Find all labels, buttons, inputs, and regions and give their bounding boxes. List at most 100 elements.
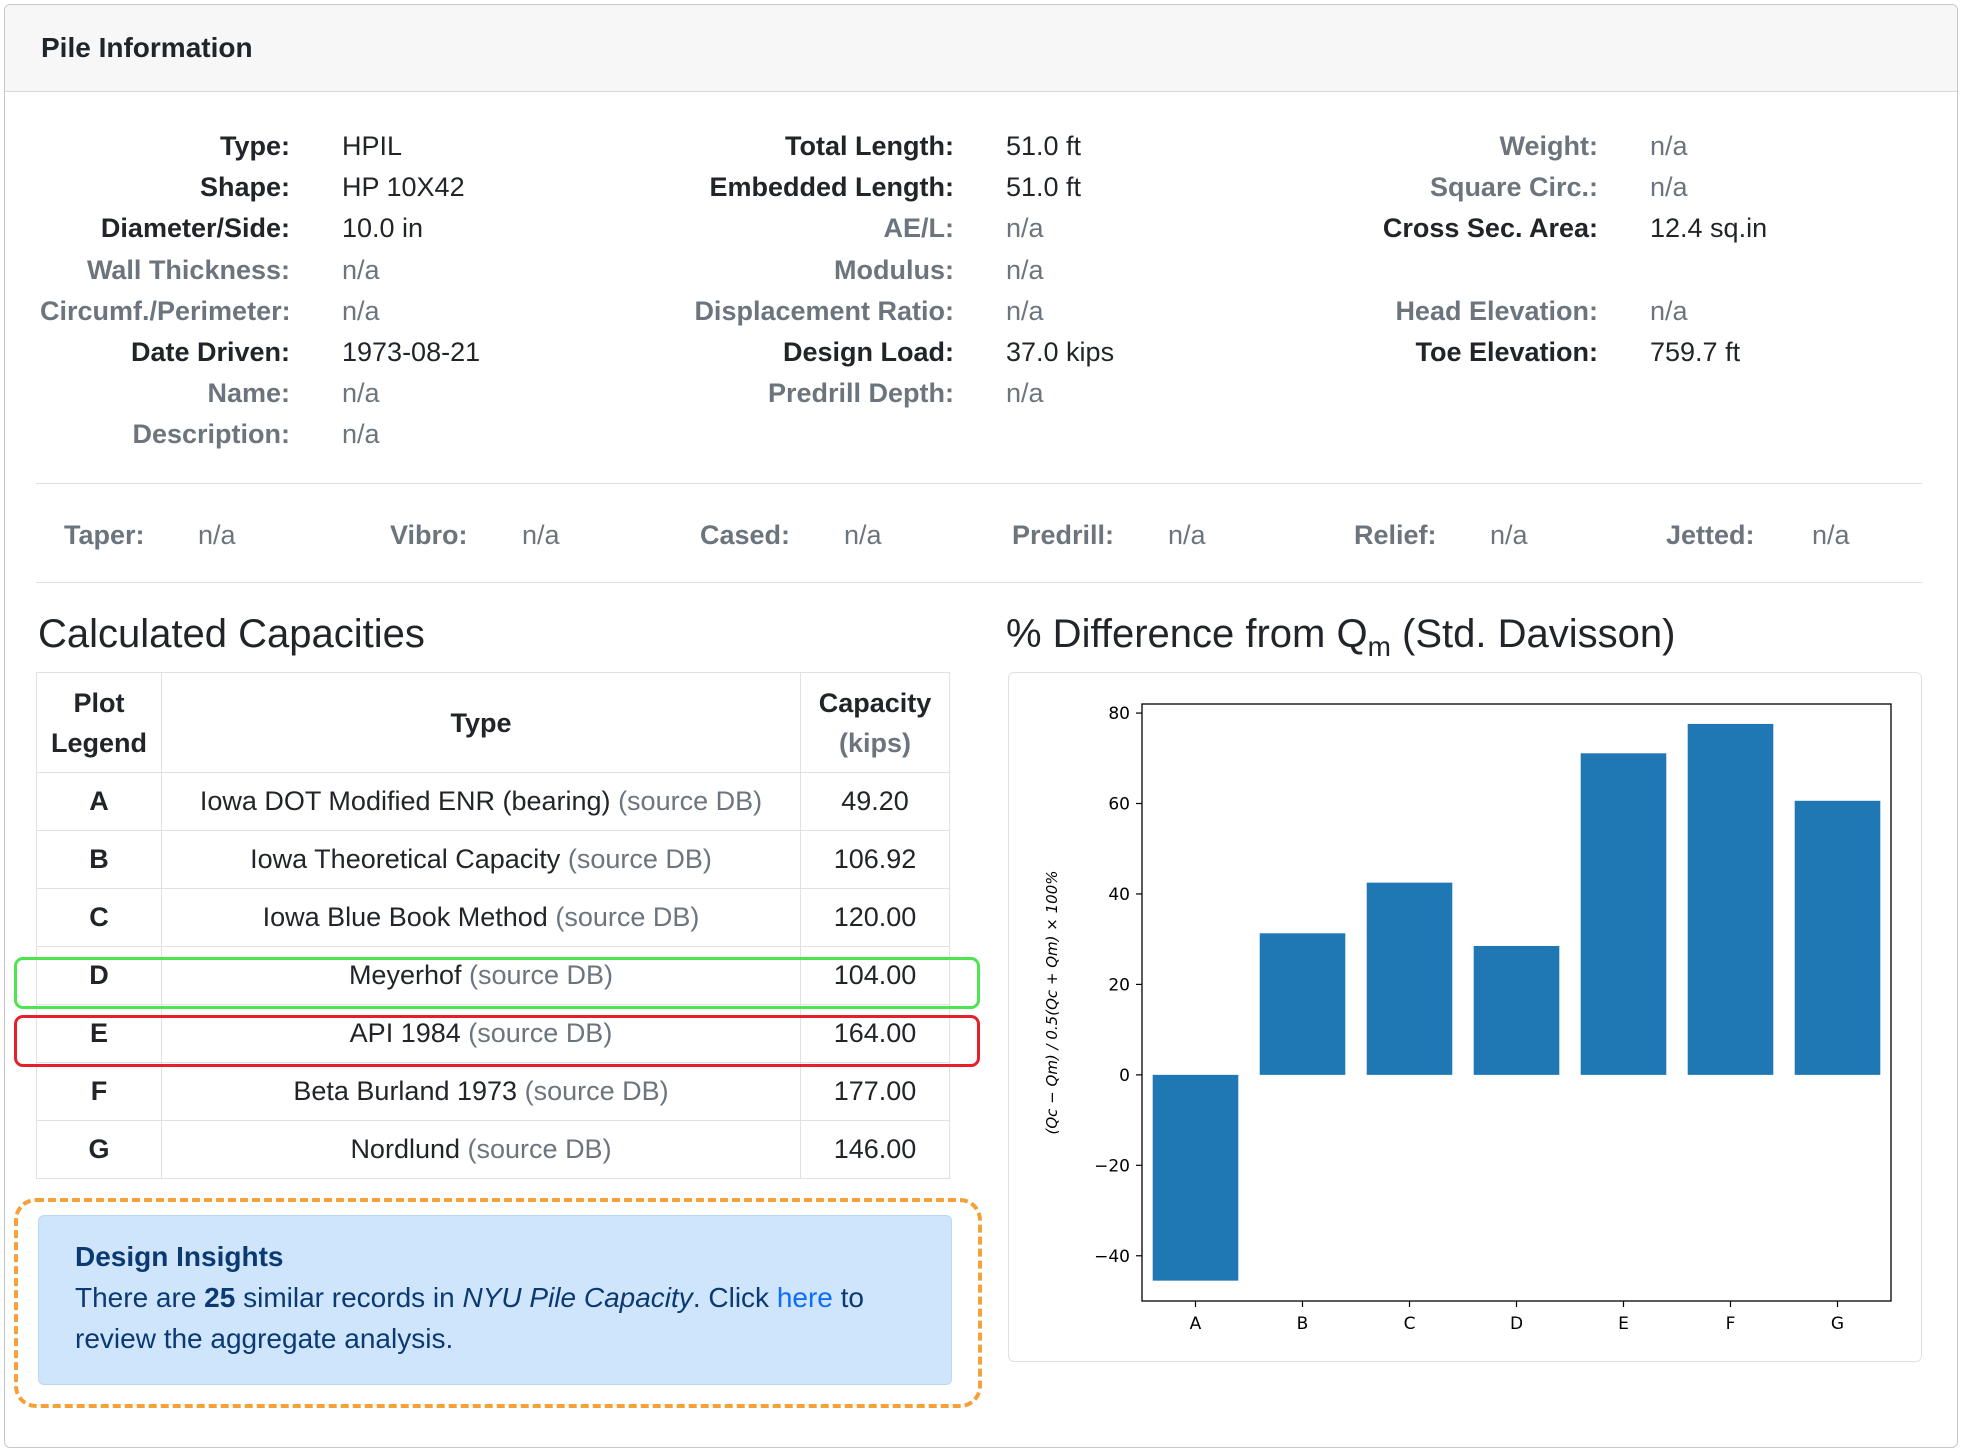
info-value: n/a <box>342 378 380 409</box>
legend-cell: G <box>36 1120 162 1179</box>
chart-title: % Difference from Qm (Std. Davisson) <box>1006 612 1676 662</box>
info-row <box>1290 250 1767 291</box>
info-label: Diameter/Side: <box>100 213 290 244</box>
percent-difference-chart: A B C D E F G −40 −20 0 20 40 60 80 (Qc − Qm) / 0.5(Qc… <box>1043 703 1892 1334</box>
y-axis-label: (Qc − Qm) / 0.5(Qc + Qm) × 100% <box>1043 871 1061 1135</box>
flag-value: n/a <box>198 519 236 550</box>
flag-value: n/a <box>522 519 560 550</box>
bar-D <box>1473 945 1560 1075</box>
flag-label: Vibro: <box>390 519 468 550</box>
source-db-link[interactable]: (source DB) <box>525 1076 669 1106</box>
method-name: Beta Burland 1973 <box>293 1076 518 1106</box>
divider-top <box>36 483 1922 484</box>
info-column-2: Total Length: 51.0 ft Embedded Length: 51.0… <box>640 126 1114 414</box>
info-column-1: Type: HPIL Shape: HP 10X42 Diameter/Side: 10.… <box>40 126 480 456</box>
legend-cell: B <box>36 830 162 889</box>
source-db-link[interactable]: (source DB) <box>468 1134 612 1164</box>
highlight-box-meyerhof <box>14 957 980 1009</box>
x-tick-label: F <box>1726 1314 1736 1334</box>
source-db-link[interactable]: (source DB) <box>568 844 712 874</box>
info-value: 759.7 ft <box>1650 337 1741 368</box>
info-value: HP 10X42 <box>342 172 465 203</box>
flag-value: n/a <box>1490 519 1528 550</box>
info-label: Predrill Depth: <box>767 378 954 409</box>
table-row: A Iowa DOT Modified ENR (bearing) (source… <box>36 772 950 831</box>
info-row: Date Driven: 1973-08-21 <box>40 332 480 373</box>
bar-A <box>1152 1074 1239 1281</box>
table-header-row: Plot Legend Type Capacity (kips) <box>36 672 950 773</box>
info-label: Date Driven: <box>130 337 290 368</box>
aggregate-analysis-link[interactable]: here <box>777 1282 833 1313</box>
y-tick-label: 20 <box>1108 975 1130 995</box>
x-tick-label: D <box>1510 1314 1523 1334</box>
info-value: 51.0 ft <box>1006 172 1082 203</box>
highlight-box-api-1984 <box>14 1015 980 1067</box>
insights-text: There are 25 similar records in NYU Pile… <box>75 1282 864 1354</box>
capacity-cell: 120.00 <box>800 888 950 947</box>
info-label: Displacement Ratio: <box>694 295 954 326</box>
table-row: F Beta Burland 1973 (source DB) 177.00 <box>36 1062 950 1121</box>
info-value: n/a <box>342 419 380 450</box>
info-row: Total Length: 51.0 ft <box>640 126 1114 167</box>
legend-cell: F <box>36 1062 162 1121</box>
method-name: Iowa Theoretical Capacity <box>250 844 561 874</box>
flag-value: n/a <box>1168 519 1206 550</box>
info-value: n/a <box>1006 378 1044 409</box>
header-plot-legend: Plot Legend <box>36 672 162 773</box>
flag-label: Taper: <box>64 519 145 550</box>
info-row: Name: n/a <box>40 373 480 414</box>
table-row: G Nordlund (source DB) 146.00 <box>36 1120 950 1179</box>
info-value: n/a <box>1006 213 1044 244</box>
flag-label: Cased: <box>700 519 791 550</box>
info-label: Modulus: <box>834 254 954 285</box>
capacity-cell: 146.00 <box>800 1120 950 1179</box>
info-row: Type: HPIL <box>40 126 480 167</box>
info-label: Head Elevation: <box>1395 295 1598 326</box>
info-row: Modulus: n/a <box>640 250 1114 291</box>
info-value: 10.0 in <box>342 213 424 244</box>
bar-G <box>1794 800 1881 1075</box>
source-db-link[interactable]: (source DB) <box>555 902 699 932</box>
info-value: 51.0 ft <box>1006 131 1082 162</box>
bar-E <box>1580 753 1667 1075</box>
source-db-link[interactable]: (source DB) <box>618 786 762 816</box>
legend-cell: C <box>36 888 162 947</box>
info-value: 12.4 sq.in <box>1650 213 1768 244</box>
info-row: Embedded Length: 51.0 ft <box>640 167 1114 208</box>
x-tick-label: B <box>1297 1314 1309 1334</box>
bar-B <box>1259 933 1346 1075</box>
info-label: Total Length: <box>785 131 954 162</box>
flag-label: Jetted: <box>1666 519 1755 550</box>
x-tick-label: E <box>1618 1314 1629 1334</box>
info-label: Wall Thickness: <box>86 254 290 285</box>
divider-bottom <box>36 582 1922 583</box>
info-column-3: Weight: n/a Square Circ.: n/a Cross Sec. Are… <box>1290 126 1767 373</box>
info-value: 37.0 kips <box>1006 337 1115 368</box>
info-label: Shape: <box>199 172 290 203</box>
table-row: B Iowa Theoretical Capacity (source DB) 10… <box>36 830 950 889</box>
pile-flags-row: Taper: n/a Vibro: n/a Cased: n/a Predrill: n/a R… <box>0 510 1954 560</box>
info-value: n/a <box>1650 131 1688 162</box>
capacities-title: Calculated Capacities <box>38 612 425 656</box>
y-tick-label: 60 <box>1108 795 1130 815</box>
flag-label: Predrill: <box>1012 519 1115 550</box>
info-row: Toe Elevation: 759.7 ft <box>1290 332 1767 373</box>
design-insights-alert: Design Insights There are 25 similar rec… <box>38 1215 952 1385</box>
capacity-cell: 106.92 <box>800 830 950 889</box>
info-label: AE/L: <box>883 213 955 244</box>
info-row: Predrill Depth: n/a <box>640 373 1114 414</box>
info-row: Wall Thickness: n/a <box>40 250 480 291</box>
method-name: Iowa DOT Modified ENR (bearing) <box>199 786 611 816</box>
flag-value: n/a <box>1812 519 1850 550</box>
type-cell: Iowa DOT Modified ENR (bearing) (source … <box>161 772 801 831</box>
x-tick-label: G <box>1831 1314 1844 1334</box>
info-label: Name: <box>207 378 290 409</box>
flag-value: n/a <box>844 519 882 550</box>
info-row: Square Circ.: n/a <box>1290 167 1767 208</box>
info-label: Square Circ.: <box>1429 172 1598 203</box>
info-row: Head Elevation: n/a <box>1290 291 1767 332</box>
info-label: Description: <box>132 419 290 450</box>
info-value: 1973-08-21 <box>342 337 481 368</box>
type-cell: Nordlund (source DB) <box>161 1120 801 1179</box>
table-row: C Iowa Blue Book Method (source DB) 120.00 <box>36 888 950 947</box>
